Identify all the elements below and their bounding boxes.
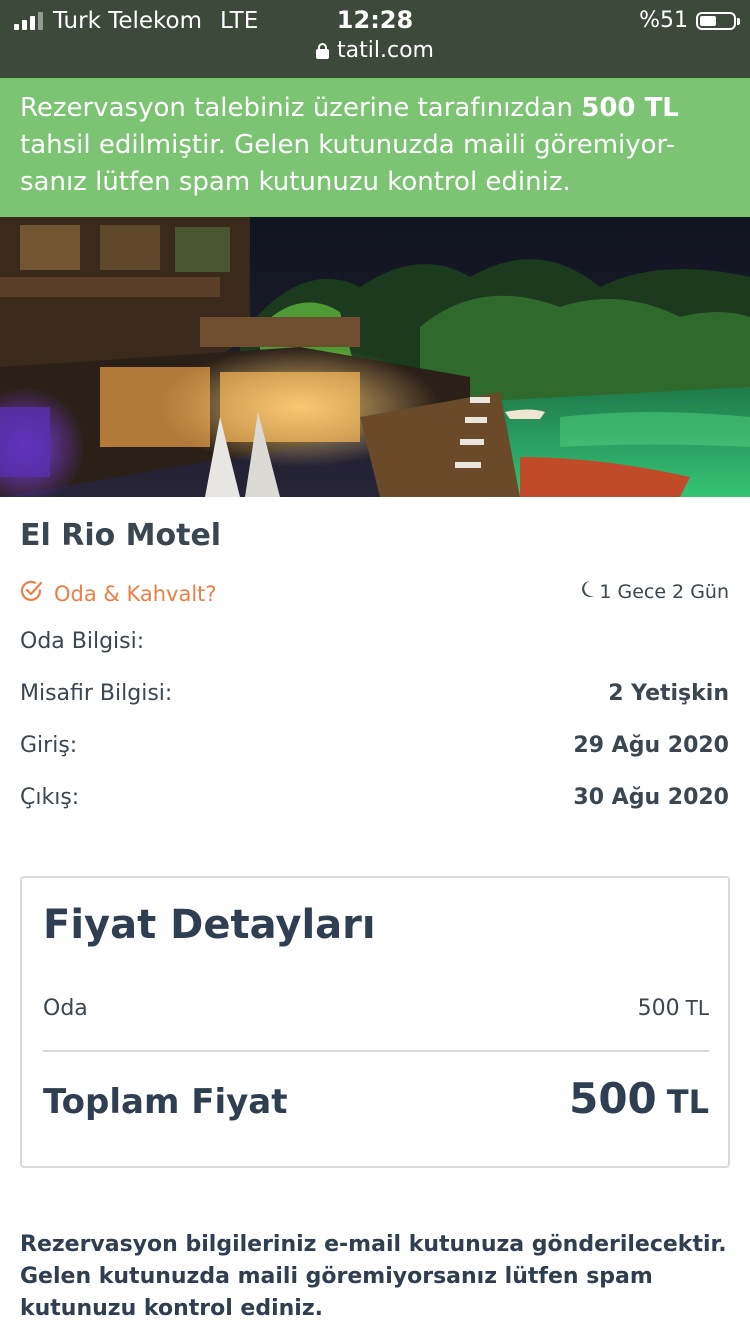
guest-info-label: Misafir Bilgisi: bbox=[20, 681, 173, 706]
price-details-title: Fiyat Detayları bbox=[43, 902, 376, 948]
check-out-label: Çıkış: bbox=[20, 785, 80, 810]
check-out-row: Çıkış: 30 Ağu 2020 bbox=[20, 785, 729, 810]
total-price-row: Toplam Fiyat 500 TL bbox=[43, 1074, 709, 1123]
board-type: Oda & Kahvalt? bbox=[20, 579, 217, 608]
notice-amount: 500 TL bbox=[581, 93, 679, 123]
email-info-note: Rezervasyon bilgileriniz e-mail kutunuza… bbox=[20, 1232, 727, 1321]
room-info-row: Oda Bilgisi: bbox=[20, 629, 729, 654]
stay-duration-label: 1 Gece 2 Gün bbox=[599, 580, 729, 603]
url-bar[interactable]: tatil.com bbox=[0, 38, 750, 63]
board-type-label: Oda & Kahvalt? bbox=[54, 581, 217, 606]
room-price-value: 500 TL bbox=[638, 996, 709, 1021]
check-out-value: 30 Ağu 2020 bbox=[573, 785, 729, 810]
stay-duration: 1 Gece 2 Gün bbox=[581, 580, 729, 603]
payment-notice: Rezervasyon talebiniz üzerine tarafınızd… bbox=[0, 78, 750, 217]
check-circle-icon bbox=[20, 579, 44, 608]
url-text: tatil.com bbox=[337, 38, 434, 63]
room-price-amount: 500 bbox=[637, 996, 680, 1021]
notice-text-after: tahsil edilmiştir. Gelen kutunuzda maili… bbox=[20, 130, 675, 197]
total-price-currency: TL bbox=[666, 1083, 709, 1121]
hotel-photo bbox=[0, 217, 750, 497]
total-price-amount: 500 bbox=[569, 1074, 657, 1123]
total-price-value: 500 TL bbox=[569, 1074, 709, 1123]
room-info-label: Oda Bilgisi: bbox=[20, 629, 145, 654]
guest-info-value: 2 Yetişkin bbox=[608, 681, 729, 706]
check-in-label: Giriş: bbox=[20, 733, 78, 758]
battery-percent: %51 bbox=[639, 8, 688, 33]
moon-icon bbox=[581, 580, 595, 603]
room-price-row: Oda 500 TL bbox=[43, 996, 709, 1021]
status-bar: Turk Telekom LTE 12:28 %51 tatil.com bbox=[0, 0, 750, 78]
room-price-currency: TL bbox=[685, 996, 709, 1020]
notice-text-before: Rezervasyon talebiniz üzerine tarafınızd… bbox=[20, 93, 582, 123]
total-price-label: Toplam Fiyat bbox=[43, 1082, 288, 1122]
hotel-name: El Rio Motel bbox=[20, 518, 222, 553]
guest-info-row: Misafir Bilgisi: 2 Yetişkin bbox=[20, 681, 729, 706]
price-details-card: Fiyat Detayları Oda 500 TL Toplam Fiyat 5… bbox=[20, 876, 730, 1168]
price-divider bbox=[43, 1050, 709, 1052]
battery-icon bbox=[696, 11, 740, 30]
clock: 12:28 bbox=[336, 6, 414, 34]
room-price-label: Oda bbox=[43, 996, 88, 1021]
lock-icon bbox=[316, 42, 330, 59]
status-right: %51 bbox=[639, 8, 740, 33]
check-in-value: 29 Ağu 2020 bbox=[573, 733, 729, 758]
check-in-row: Giriş: 29 Ağu 2020 bbox=[20, 733, 729, 758]
